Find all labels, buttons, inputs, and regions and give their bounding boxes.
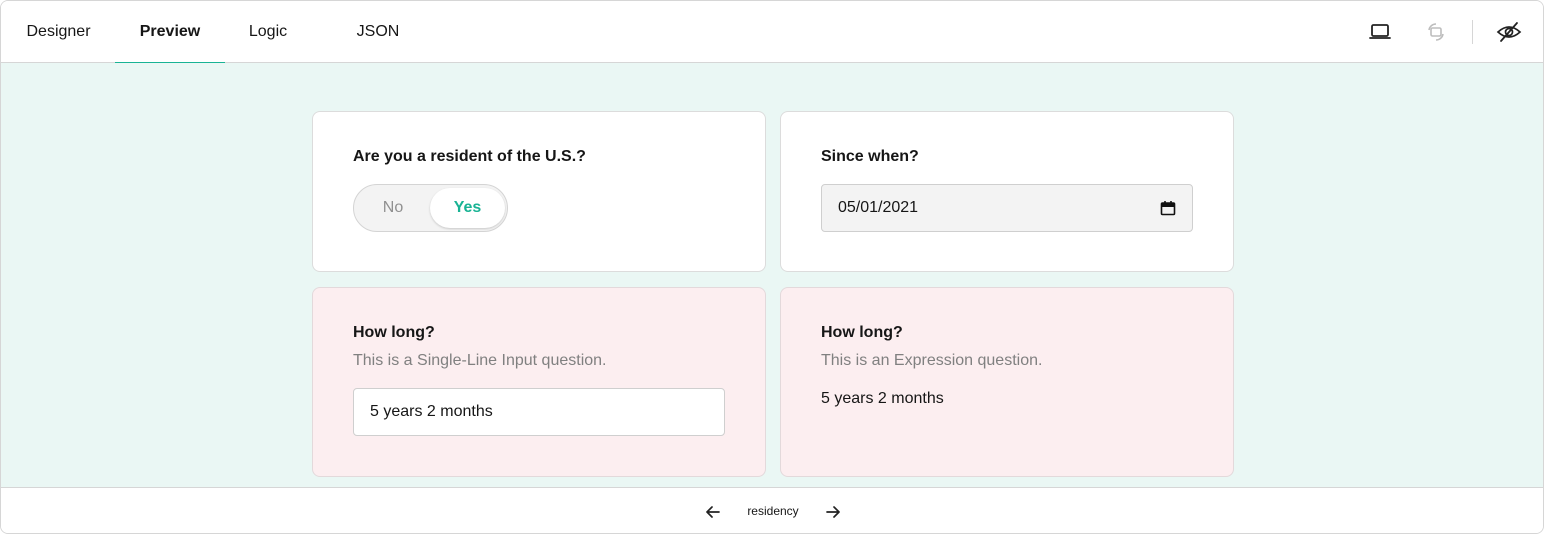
question-card-resident: Are you a resident of the U.S.? No Yes bbox=[312, 111, 766, 272]
tab-bar: Designer Preview Logic JSON Editor bbox=[1, 1, 1543, 102]
orientation-icon bbox=[1428, 23, 1444, 41]
expression-value: 5 years 2 months bbox=[821, 390, 944, 407]
page-navigation-bar: residency bbox=[1, 487, 1543, 533]
question-card-how-long-input: How long? This is a Single-Line Input qu… bbox=[312, 287, 766, 477]
laptop-icon bbox=[1369, 24, 1391, 39]
boolean-toggle[interactable]: No Yes bbox=[353, 184, 508, 232]
arrow-left-icon bbox=[706, 506, 720, 518]
toggle-option-yes[interactable]: Yes bbox=[430, 188, 505, 228]
input-value: 5 years 2 months bbox=[370, 403, 493, 420]
tab-designer[interactable]: Designer bbox=[25, 1, 92, 63]
hide-invisible-icon bbox=[1496, 22, 1522, 42]
date-value: 05/01/2021 bbox=[838, 199, 919, 216]
question-card-how-long-expression: How long? This is an Expression question… bbox=[780, 287, 1234, 477]
survey-preview-canvas: Are you a resident of the U.S.? No Yes S… bbox=[1, 63, 1543, 487]
device-toggle-button[interactable] bbox=[1366, 18, 1394, 46]
question-description: This is an Expression question. bbox=[821, 352, 1043, 369]
page-name-label[interactable]: residency bbox=[721, 488, 825, 533]
question-title: Are you a resident of the U.S.? bbox=[353, 148, 586, 165]
tab-logic[interactable]: Logic bbox=[248, 1, 288, 63]
question-title: How long? bbox=[353, 324, 435, 341]
question-title: Since when? bbox=[821, 148, 919, 165]
question-card-since-when: Since when? 05/01/2021 bbox=[780, 111, 1234, 272]
question-title: How long? bbox=[821, 324, 903, 341]
question-description: This is a Single-Line Input question. bbox=[353, 352, 607, 369]
arrow-right-icon bbox=[826, 506, 840, 518]
calendar-icon[interactable] bbox=[1160, 200, 1176, 221]
date-field[interactable]: 05/01/2021 bbox=[821, 184, 1193, 232]
orientation-button[interactable] bbox=[1422, 18, 1450, 46]
tab-json-editor[interactable]: JSON Editor bbox=[334, 1, 422, 102]
next-page-button[interactable] bbox=[822, 501, 844, 523]
toolbar-divider bbox=[1472, 20, 1473, 44]
hide-invisible-button[interactable] bbox=[1495, 18, 1523, 46]
toggle-option-no[interactable]: No bbox=[358, 188, 428, 228]
single-line-input[interactable]: 5 years 2 months bbox=[353, 388, 725, 436]
tab-preview[interactable]: Preview bbox=[115, 1, 225, 64]
survey-creator-window: Designer Preview Logic JSON Editor bbox=[0, 0, 1544, 534]
